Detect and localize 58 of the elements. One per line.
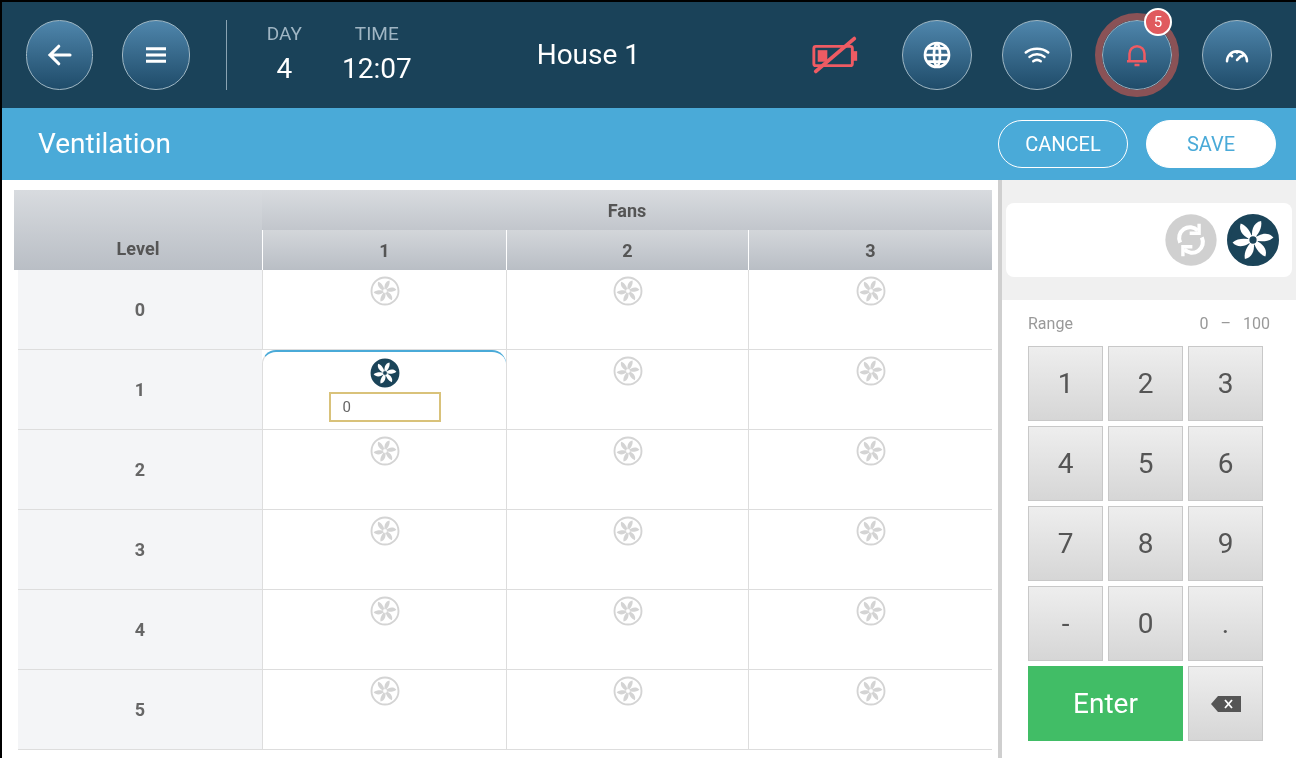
fan-cell[interactable]: [262, 510, 506, 590]
column-header: 3: [748, 230, 992, 270]
range-separator: –: [1220, 313, 1231, 335]
time-label: TIME: [354, 20, 399, 47]
backspace-icon: [1210, 695, 1241, 712]
keypad-key[interactable]: 2: [1108, 346, 1183, 421]
keypad-key[interactable]: -: [1028, 586, 1103, 661]
fan-cell[interactable]: [506, 670, 748, 750]
fan-cell[interactable]: [262, 270, 506, 350]
keypad-key[interactable]: 5: [1108, 426, 1183, 501]
fan-cell[interactable]: [748, 350, 992, 430]
value-input[interactable]: 0: [328, 392, 441, 422]
column-header: 2: [506, 230, 748, 270]
level-header: Level: [14, 190, 262, 270]
level-cell: 1: [18, 350, 262, 430]
fan-cell[interactable]: [262, 670, 506, 750]
keypad-key[interactable]: 1: [1028, 346, 1103, 421]
time-value: 12:07: [341, 51, 412, 88]
keypad-key[interactable]: 3: [1188, 346, 1263, 421]
day-label: DAY: [266, 20, 302, 47]
backspace-button[interactable]: [1188, 666, 1263, 741]
level-cell: 5: [18, 670, 262, 750]
fan-cell[interactable]: [748, 270, 992, 350]
fan-cell[interactable]: [506, 350, 748, 430]
fan-cell[interactable]: [262, 590, 506, 670]
fan-cell[interactable]: [748, 670, 992, 750]
page-title: Ventilation: [38, 126, 171, 162]
level-cell: 4: [18, 590, 262, 670]
keypad-key[interactable]: 9: [1188, 506, 1263, 581]
keypad-key[interactable]: 7: [1028, 506, 1103, 581]
level-cell: 0: [18, 270, 262, 350]
keypad-key[interactable]: 8: [1108, 506, 1183, 581]
alarm-count-badge: 5: [1144, 8, 1172, 36]
fans-header: Fans: [262, 190, 992, 230]
house-title: House 1: [536, 37, 641, 73]
fan-cell[interactable]: [748, 590, 992, 670]
fan-cell[interactable]: [748, 430, 992, 510]
keypad-key[interactable]: .: [1188, 586, 1263, 661]
keypad-key[interactable]: 0: [1108, 586, 1183, 661]
fan-cell[interactable]: [506, 270, 748, 350]
fan-cell[interactable]: [506, 430, 748, 510]
fan-cell[interactable]: [262, 430, 506, 510]
range-min: 0: [1199, 313, 1209, 335]
globe-icon: [921, 39, 953, 71]
keypad-key[interactable]: 6: [1188, 426, 1263, 501]
day-value: 4: [276, 51, 293, 88]
fan-cell[interactable]: [506, 510, 748, 590]
fan-cell[interactable]: [506, 590, 748, 670]
keypad-key[interactable]: 4: [1028, 426, 1103, 501]
level-cell: 3: [18, 510, 262, 590]
fan-cell[interactable]: [748, 510, 992, 590]
refresh-icon[interactable]: [1164, 213, 1218, 267]
fan-mode-toggle[interactable]: [1226, 213, 1280, 267]
level-cell: 2: [18, 430, 262, 510]
range-label: Range: [1028, 313, 1073, 335]
range-max: 100: [1243, 313, 1270, 335]
fan-cell[interactable]: 0: [262, 350, 506, 430]
column-header: 1: [262, 230, 506, 270]
